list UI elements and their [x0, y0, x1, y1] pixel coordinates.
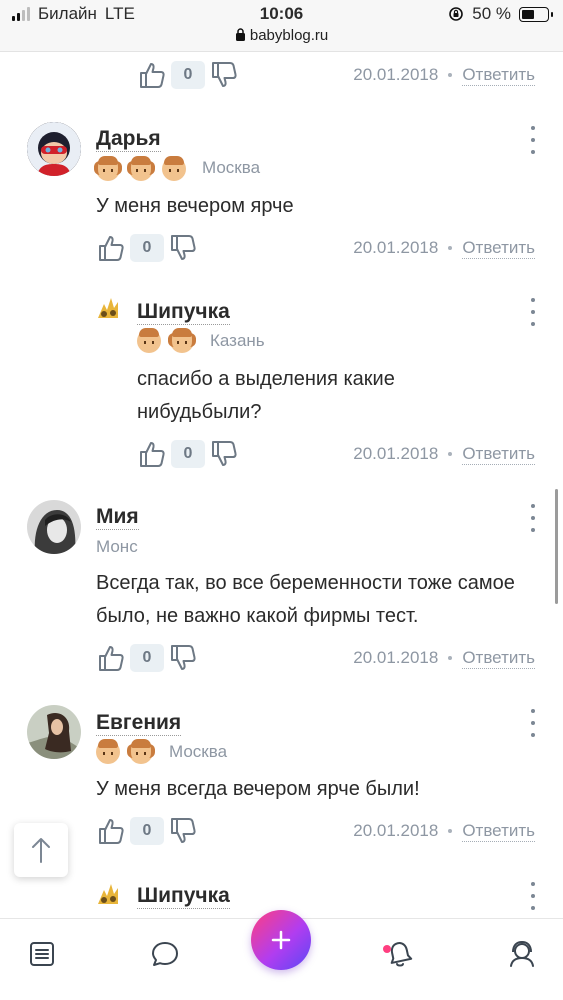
thumbs-up-icon[interactable]	[96, 816, 126, 846]
comment-actions: 0	[137, 58, 239, 92]
comment-author[interactable]: Мия	[96, 505, 139, 530]
orientation-lock-icon	[449, 7, 464, 21]
add-button[interactable]	[251, 910, 311, 970]
comment-actions: 0	[96, 641, 198, 675]
thumbs-down-icon[interactable]	[209, 439, 239, 469]
comment-date: 20.01.2018	[353, 648, 439, 667]
status-bar: Билайн LTE 10:06 babyblog.ru 50 %	[0, 0, 563, 52]
rating-count: 0	[171, 61, 205, 89]
bell-icon[interactable]	[385, 939, 415, 969]
thumbs-up-icon[interactable]	[137, 60, 167, 90]
comment-date: 20.01.2018	[353, 238, 439, 257]
avatar[interactable]	[95, 880, 121, 906]
comment-date: 20.01.2018	[353, 444, 439, 463]
girl-badge-icon	[94, 156, 122, 181]
rating-count: 0	[130, 817, 164, 845]
rating-count: 0	[130, 644, 164, 672]
comment-meta: 20.01.2018 Ответить	[353, 437, 535, 471]
boy-badge-icon	[137, 328, 161, 353]
thumbs-up-icon[interactable]	[96, 643, 126, 673]
arrow-up-icon	[32, 838, 50, 863]
profile-icon[interactable]	[507, 939, 537, 969]
scrollbar[interactable]	[555, 489, 558, 604]
girl-badge-icon	[127, 156, 155, 181]
thumbs-up-icon[interactable]	[96, 233, 126, 263]
boy-badge-icon	[96, 739, 120, 764]
girl-badge-icon	[168, 328, 196, 353]
battery-icon	[519, 6, 553, 22]
reply-button[interactable]: Ответить	[462, 648, 535, 669]
reply-button[interactable]: Ответить	[462, 444, 535, 465]
more-menu-icon[interactable]	[525, 126, 541, 154]
child-badges	[96, 739, 155, 764]
url-text: babyblog.ru	[249, 27, 329, 44]
comment-author[interactable]: Шипучка	[137, 300, 230, 325]
more-menu-icon[interactable]	[525, 709, 541, 737]
avatar[interactable]	[27, 500, 81, 554]
rating-count: 0	[171, 440, 205, 468]
add-icon	[271, 930, 291, 950]
comment-meta: 20.01.2018 Ответить	[353, 231, 535, 265]
more-menu-icon[interactable]	[525, 298, 541, 326]
scroll-to-top-button[interactable]	[14, 823, 68, 877]
thumbs-up-icon[interactable]	[137, 439, 167, 469]
comment-meta: 20.01.2018 Ответить	[353, 814, 535, 848]
avatar[interactable]	[27, 705, 81, 759]
child-badges	[137, 328, 196, 353]
reply-button[interactable]: Ответить	[462, 65, 535, 86]
boy-badge-icon	[162, 156, 186, 181]
comment-text: У меня всегда вечером ярче были!	[96, 778, 420, 800]
system-indicators: 50 %	[448, 4, 553, 24]
notification-dot	[383, 945, 391, 953]
thumbs-down-icon[interactable]	[168, 643, 198, 673]
comment-meta: 20.01.2018 Ответить	[353, 58, 535, 92]
reply-button[interactable]: Ответить	[462, 821, 535, 842]
reply-button[interactable]: Ответить	[462, 238, 535, 259]
lock-icon	[235, 28, 245, 41]
comment-city: Монс	[96, 537, 138, 556]
comment-actions: 0	[96, 231, 198, 265]
comment-meta: 20.01.2018 Ответить	[353, 641, 535, 675]
girl-badge-icon	[127, 739, 155, 764]
avatar[interactable]	[95, 294, 121, 320]
thumbs-down-icon[interactable]	[168, 816, 198, 846]
comment-text: спасибо а выделения какие нибудьбыли?	[137, 368, 395, 423]
comment-author[interactable]: Шипучка	[137, 884, 230, 909]
thumbs-down-icon[interactable]	[168, 233, 198, 263]
comment-city: Казань	[210, 331, 265, 350]
comment-text: У меня вечером ярче	[96, 195, 294, 217]
rating-count: 0	[130, 234, 164, 262]
comment-actions: 0	[137, 437, 239, 471]
address-bar[interactable]: babyblog.ru	[0, 27, 563, 44]
comment-actions: 0	[96, 814, 198, 848]
comment-city: Москва	[169, 742, 228, 761]
thumbs-down-icon[interactable]	[209, 60, 239, 90]
comment-author[interactable]: Дарья	[96, 127, 161, 152]
comment-city: Москва	[202, 158, 261, 177]
more-menu-icon[interactable]	[525, 504, 541, 532]
comment-date: 20.01.2018	[353, 65, 439, 84]
comment-text: Всегда так, во все беременности тоже сам…	[96, 572, 515, 627]
avatar[interactable]	[27, 122, 81, 176]
more-menu-icon[interactable]	[525, 882, 541, 910]
chat-icon[interactable]	[150, 939, 180, 969]
child-badges	[94, 156, 186, 181]
feed-icon[interactable]	[27, 939, 57, 969]
comment-author[interactable]: Евгения	[96, 711, 182, 736]
comment-date: 20.01.2018	[353, 821, 439, 840]
battery-percent: 50 %	[472, 4, 511, 23]
